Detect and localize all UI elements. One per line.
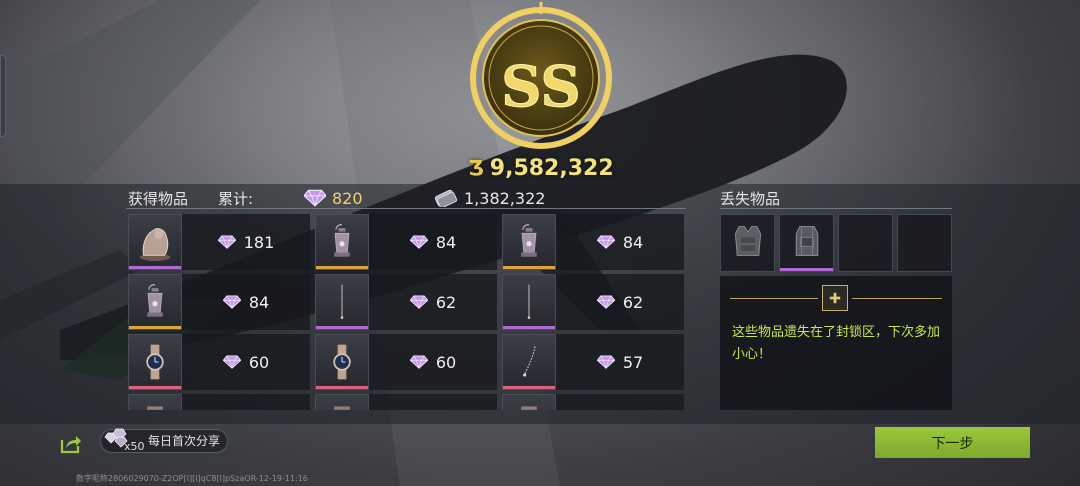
- obtained-item-cell[interactable]: [315, 394, 497, 410]
- empty-slot: [838, 214, 893, 272]
- diamond-total-value: 820: [332, 188, 363, 208]
- rarity-bar: [129, 386, 181, 389]
- cash-stack-icon: [434, 189, 458, 207]
- diamond-icon: [596, 235, 615, 249]
- rarity-bar: [316, 386, 368, 389]
- chain-icon: [502, 334, 556, 390]
- diamond-icon: [222, 355, 241, 369]
- item-value: 181: [182, 233, 310, 252]
- lost-items-row: [720, 214, 952, 272]
- obtained-item-cell[interactable]: [128, 394, 310, 410]
- lost-header: 丢失物品: [720, 189, 781, 208]
- item-partial-icon: [502, 394, 556, 410]
- wristwatch-icon: [315, 334, 369, 390]
- obtained-item-cell[interactable]: 84: [502, 214, 684, 270]
- diamond-icon: [304, 189, 326, 207]
- cash-total: 1,382,322: [434, 186, 545, 210]
- coin-icon: Ʒ: [468, 156, 484, 180]
- diamond-icon: [596, 295, 615, 309]
- rarity-bar: [129, 326, 181, 329]
- divider: [852, 298, 942, 299]
- wristwatch-icon: [128, 334, 182, 390]
- currency-emblem: SS: [470, 2, 612, 149]
- item-value-text: 60: [248, 352, 270, 372]
- share-multiplier: x50: [124, 440, 145, 453]
- obtained-item-cell[interactable]: 62: [315, 274, 497, 330]
- item-value-text: 181: [243, 232, 275, 252]
- obtained-item-cell[interactable]: 57: [502, 334, 684, 390]
- obtained-item-cell[interactable]: 181: [128, 214, 310, 270]
- shield-plus-icon: [822, 285, 848, 311]
- item-value: 84: [556, 233, 684, 252]
- backpack-icon: [789, 221, 825, 265]
- rarity-bar: [503, 266, 555, 269]
- emblem-letters: SS: [501, 54, 581, 120]
- player-id-watermark: 数字昵称2806029070-Z2OP[I][I]qC8[I]pSzaOR-12…: [76, 474, 308, 483]
- cumulative-label: 累计:: [218, 189, 254, 208]
- item-partial-icon: [128, 394, 182, 410]
- obtained-item-cell[interactable]: 60: [315, 334, 497, 390]
- diamond-icon: [409, 295, 428, 309]
- item-value: 60: [369, 353, 497, 372]
- divider: [730, 298, 818, 299]
- item-value-text: 62: [622, 292, 644, 312]
- share-label: 每日首次分享: [148, 434, 221, 448]
- obtained-items-grid: 181 84 84 84 62 62 60 60 57: [128, 214, 686, 410]
- divider: [720, 208, 952, 209]
- diamond-icon: [222, 295, 241, 309]
- lantern-icon: [128, 274, 182, 330]
- diamond-total: 820: [304, 186, 363, 210]
- rarity-bar: [503, 326, 555, 329]
- side-drawer-handle[interactable]: [0, 55, 6, 137]
- item-value: 84: [369, 233, 497, 252]
- lost-item-slot[interactable]: [779, 214, 834, 272]
- lantern-icon: [502, 214, 556, 270]
- total-value: Ʒ 9,582,322: [466, 152, 616, 184]
- item-partial-icon: [315, 394, 369, 410]
- item-value-text: 84: [435, 232, 457, 252]
- body-armor-icon: [730, 221, 766, 265]
- rarity-bar: [316, 266, 368, 269]
- item-value-text: 62: [435, 292, 457, 312]
- diamond-icon: [409, 355, 428, 369]
- diamond-icon: [596, 355, 615, 369]
- item-value: 84: [182, 293, 310, 312]
- lantern-icon: [315, 214, 369, 270]
- lost-item-slot[interactable]: [720, 214, 775, 272]
- divider: [126, 208, 686, 209]
- item-value: 62: [556, 293, 684, 312]
- obtained-item-cell[interactable]: [502, 394, 684, 410]
- item-value: 62: [369, 293, 497, 312]
- diamond-icon: [409, 235, 428, 249]
- item-value: 60: [182, 353, 310, 372]
- lost-notice-text: 这些物品遗失在了封锁区，下次多加小心！: [732, 325, 941, 362]
- item-value-text: 84: [248, 292, 270, 312]
- relic-statue-icon: [128, 214, 182, 270]
- total-value-text: 9,582,322: [489, 155, 614, 181]
- next-step-button[interactable]: 下一步: [875, 427, 1030, 458]
- obtained-item-cell[interactable]: 62: [502, 274, 684, 330]
- item-value-text: 84: [622, 232, 644, 252]
- obtained-header: 获得物品: [128, 189, 189, 208]
- needle-icon: [315, 274, 369, 330]
- needle-icon: [502, 274, 556, 330]
- rarity-bar: [316, 326, 368, 329]
- rarity-bar: [129, 266, 181, 269]
- rarity-bar: [503, 386, 555, 389]
- item-value: 57: [556, 353, 684, 372]
- cash-total-value: 1,382,322: [464, 188, 546, 208]
- item-value-text: 60: [435, 352, 457, 372]
- obtained-item-cell[interactable]: 84: [128, 274, 310, 330]
- item-value-text: 57: [622, 352, 644, 372]
- lost-notice-panel: 这些物品遗失在了封锁区，下次多加小心！: [720, 276, 952, 410]
- share-icon[interactable]: [60, 434, 82, 454]
- rarity-bar: [780, 268, 833, 271]
- empty-slot: [897, 214, 952, 272]
- obtained-item-cell[interactable]: 60: [128, 334, 310, 390]
- obtained-item-cell[interactable]: 84: [315, 214, 497, 270]
- diamond-icon: [217, 235, 236, 249]
